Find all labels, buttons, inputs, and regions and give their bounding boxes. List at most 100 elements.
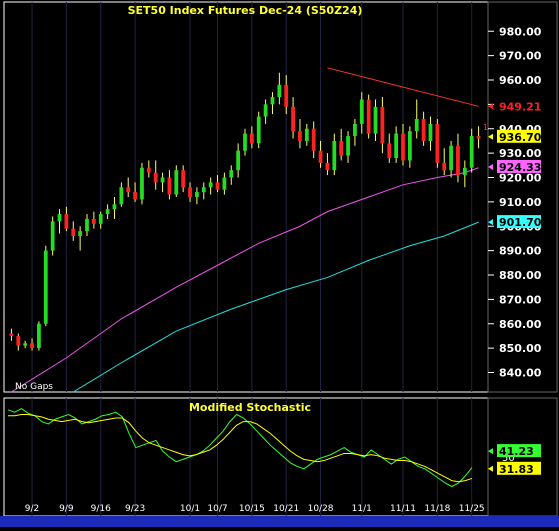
y-tick-label: 970.00 — [499, 50, 542, 63]
candle-body — [160, 177, 165, 183]
candle-body — [346, 136, 350, 156]
candle-body — [263, 104, 268, 117]
candle-body — [421, 119, 426, 141]
candle-body — [91, 218, 96, 224]
candle-body — [298, 131, 302, 141]
x-tick-label: 11/11 — [390, 504, 416, 514]
candle-body — [105, 209, 110, 215]
y-tick-label: 840.00 — [499, 367, 542, 380]
price-label-text: 924.33 — [499, 161, 541, 174]
candle-body — [78, 231, 83, 236]
x-tick-label: 9/2 — [25, 504, 39, 514]
x-tick-label: 10/21 — [273, 504, 299, 514]
candle-body — [222, 177, 227, 190]
price-label-text: 936.70 — [499, 131, 542, 144]
x-tick-label: 9/9 — [59, 504, 74, 514]
x-tick-label: 11/25 — [459, 504, 485, 514]
x-tick-label: 10/1 — [180, 504, 200, 514]
candle-body — [339, 140, 344, 156]
oscillator-title: Modified Stochastic — [189, 401, 311, 414]
candle-body — [195, 192, 199, 197]
y-tick-label: 880.00 — [499, 269, 542, 282]
candle-body — [353, 123, 357, 137]
candle-body — [98, 214, 103, 224]
y-tick-label: 980.00 — [499, 25, 542, 38]
candle-body — [256, 116, 261, 144]
x-tick-label: 10/15 — [239, 504, 265, 514]
chart-title: SET50 Index Futures Dec-24 (S50Z24) — [128, 4, 363, 17]
price-label-text: 901.70 — [499, 216, 542, 229]
candle-body — [64, 214, 69, 229]
candle-body — [236, 150, 241, 171]
price-label-text: 949.21 — [499, 100, 541, 113]
candle-body — [373, 106, 378, 134]
no-gaps-annotation: No Gaps — [15, 382, 53, 392]
price-label-text: 31.83 — [499, 463, 534, 476]
candle-body — [407, 131, 412, 161]
candle-body — [476, 136, 481, 139]
candle-body — [325, 162, 330, 171]
candle-body — [71, 228, 76, 236]
y-tick-label: 930.00 — [499, 147, 542, 160]
candle-body — [366, 99, 371, 134]
candle-body — [119, 187, 124, 205]
candle-body — [380, 106, 385, 144]
candle-body — [126, 187, 131, 193]
bottom-scrollbar[interactable] — [0, 516, 559, 527]
candle-body — [50, 221, 55, 251]
x-tick-label: 11/18 — [424, 504, 450, 514]
chart-svg: 50 840.00850.00860.00870.00880.00890.009… — [0, 1, 559, 527]
candle-body — [188, 187, 192, 197]
candle-body — [332, 140, 337, 171]
candle-body — [456, 145, 460, 176]
x-tick-label: 10/28 — [308, 504, 334, 514]
candle-body — [304, 128, 309, 141]
candle-body — [140, 167, 144, 200]
y-tick-label: 890.00 — [499, 245, 542, 258]
x-tick-label: 9/16 — [91, 504, 111, 514]
x-tick-label: 9/23 — [125, 504, 145, 514]
candle-body — [146, 167, 151, 173]
candle-body — [208, 182, 213, 188]
trendline-marker: 1 — [483, 123, 488, 132]
candle-body — [249, 133, 254, 144]
candle-body — [112, 204, 117, 210]
candle-body — [359, 99, 364, 124]
candle-body — [133, 192, 137, 200]
y-tick-label: 910.00 — [499, 196, 542, 209]
candle-body — [37, 323, 41, 349]
candle-body — [462, 167, 467, 176]
candle-body — [201, 187, 206, 193]
candle-body — [16, 335, 21, 346]
chart-window: 50 840.00 850.00 860.00 870.00 880.00 890.00 9… — [0, 0, 559, 527]
candle-body — [181, 170, 186, 188]
candle-body — [270, 97, 275, 105]
y-tick-label: 860.00 — [499, 318, 542, 331]
candle-body — [30, 343, 34, 349]
y-tick-label: 870.00 — [499, 293, 542, 306]
price-label-text: 41.23 — [499, 445, 534, 458]
candle-body — [284, 84, 289, 107]
candle-body — [23, 343, 28, 346]
price-panel — [3, 1, 489, 393]
candle-body — [291, 106, 295, 132]
candle-body — [387, 143, 392, 158]
candle-body — [311, 128, 316, 151]
oscillator-panel — [3, 397, 489, 517]
y-tick-label: 960.00 — [499, 74, 542, 87]
candle-body — [318, 150, 323, 163]
candle-body — [167, 177, 172, 195]
candle-body — [435, 123, 440, 163]
candle-body — [215, 182, 220, 190]
candle-body — [9, 333, 14, 336]
x-tick-label: 10/7 — [207, 504, 227, 514]
candle-body — [43, 250, 48, 324]
candle-body — [57, 214, 62, 222]
candle-body — [414, 119, 419, 132]
candle-body — [442, 162, 447, 171]
candle-body — [229, 170, 234, 178]
candle-body — [469, 136, 474, 168]
y-tick-label: 850.00 — [499, 342, 542, 355]
candle-body — [243, 133, 247, 151]
candle-body — [85, 218, 89, 232]
